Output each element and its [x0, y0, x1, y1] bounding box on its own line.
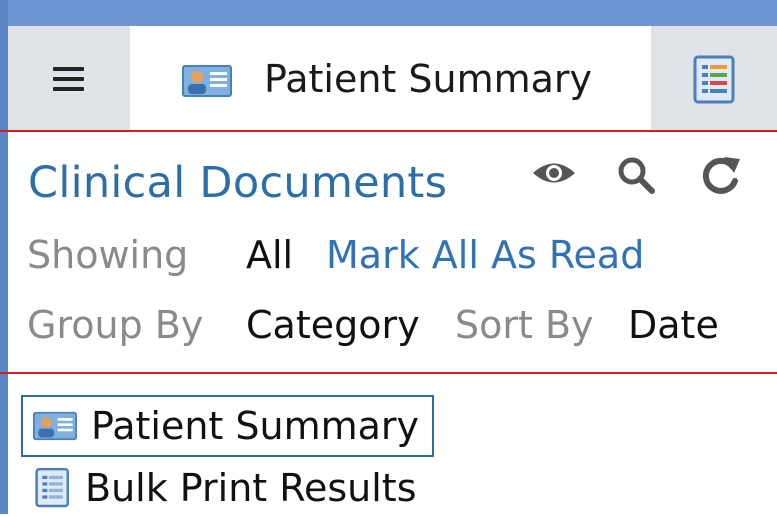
- patient-card-icon: [33, 411, 77, 441]
- panel-title: Clinical Documents: [28, 158, 448, 208]
- hamburger-menu-icon[interactable]: [53, 67, 84, 91]
- showing-filter-value[interactable]: All: [246, 232, 293, 278]
- eye-icon[interactable]: [531, 158, 577, 188]
- tab-patient-summary-label: Patient Summary: [264, 57, 593, 101]
- panel-bottom-divider: [0, 372, 777, 374]
- sort-by-label: Sort By: [455, 303, 594, 347]
- sort-by-value[interactable]: Date: [628, 302, 719, 348]
- showing-label: Showing: [27, 233, 189, 277]
- document-list-icon: [693, 55, 735, 104]
- refresh-icon[interactable]: [700, 153, 742, 197]
- document-list-icon: [35, 467, 69, 508]
- mark-all-read-link[interactable]: Mark All As Read: [326, 232, 644, 278]
- list-item[interactable]: Bulk Print Results: [21, 459, 417, 517]
- window-title-strip: [0, 0, 777, 26]
- list-item[interactable]: Patient Summary: [21, 395, 434, 457]
- panel-top-divider: [0, 130, 777, 132]
- list-item-label: Bulk Print Results: [85, 466, 417, 510]
- group-by-value[interactable]: Category: [246, 302, 420, 348]
- list-item-label: Patient Summary: [91, 404, 420, 448]
- search-icon[interactable]: [616, 155, 656, 195]
- window-left-border: [0, 0, 8, 514]
- group-by-label: Group By: [27, 303, 204, 347]
- patient-card-icon: [182, 65, 232, 97]
